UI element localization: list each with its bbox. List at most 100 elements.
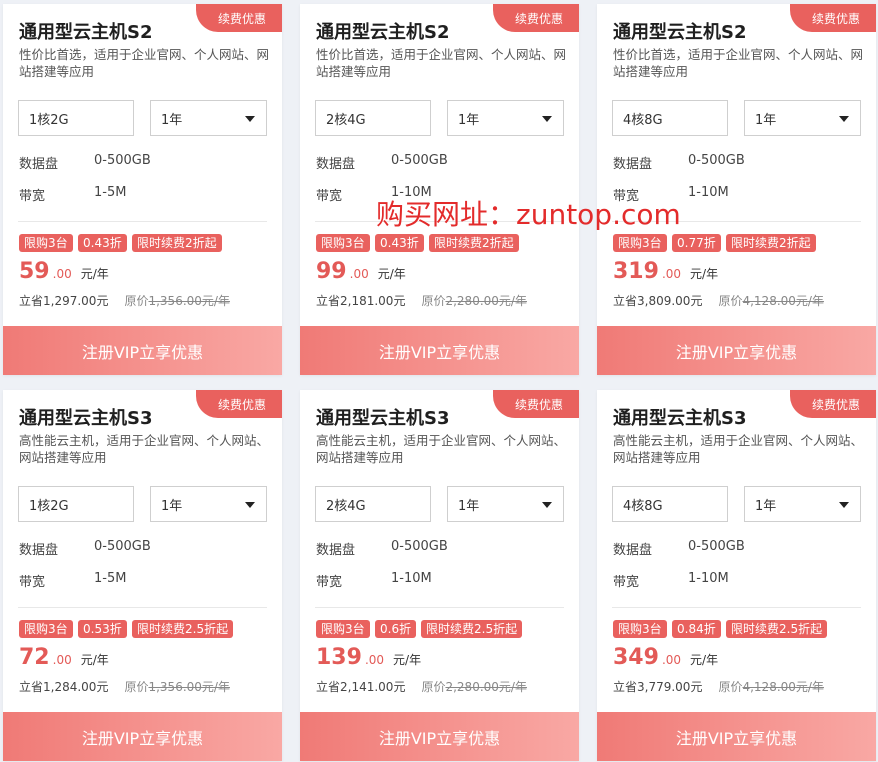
product-description: 高性能云主机，适用于企业官网、个人网站、网站搭建等应用 (316, 433, 567, 465)
period-select[interactable]: 1年 (150, 100, 267, 136)
tag-renewal: 限时续费2折起 (726, 234, 816, 252)
period-value: 1年 (161, 498, 183, 514)
bandwidth-value: 1-5M (94, 571, 127, 586)
disk-value: 0-500GB (391, 539, 448, 554)
config-field[interactable]: 1核2G (18, 100, 134, 136)
original-price-value: 2,280.00元/年 (445, 680, 527, 694)
disk-value: 0-500GB (391, 153, 448, 168)
period-value: 1年 (458, 112, 480, 128)
product-title: 通用型云主机S3 (19, 408, 153, 429)
disk-label: 数据盘 (613, 543, 653, 558)
disk-label: 数据盘 (19, 157, 59, 172)
product-title: 通用型云主机S3 (613, 408, 747, 429)
price: 349.00 元/年 (613, 645, 718, 677)
price-decimal: .00 (661, 267, 682, 281)
disk-value: 0-500GB (688, 539, 745, 554)
renewal-badge: 续费优惠 (493, 4, 579, 32)
saving-amount: 立省3,809.00元 (613, 294, 703, 308)
renewal-badge: 续费优惠 (493, 390, 579, 418)
saving-amount: 立省1,297.00元 (19, 294, 109, 308)
price-decimal: .00 (52, 267, 72, 281)
original-price: 原价1,356.00元/年 (124, 680, 230, 694)
price: 319.00 元/年 (613, 259, 718, 291)
original-price-label: 原价 (124, 294, 149, 308)
bandwidth-label: 带宽 (316, 189, 343, 204)
config-field[interactable]: 2核4G (315, 486, 431, 522)
divider (612, 607, 861, 608)
period-value: 1年 (458, 498, 480, 514)
register-vip-button[interactable]: 注册VIP立享优惠 (597, 326, 876, 375)
saving-row: 立省3,779.00元 原价4,128.00元/年 (613, 678, 824, 695)
product-title: 通用型云主机S2 (19, 22, 153, 43)
saving-row: 立省1,297.00元 原价1,356.00元/年 (19, 292, 230, 309)
tag-limit: 限购3台 (19, 234, 73, 252)
chevron-down-icon (839, 116, 849, 122)
config-field[interactable]: 4核8G (612, 100, 728, 136)
price-integer: 319 (613, 259, 659, 284)
tag-discount: 0.6折 (375, 620, 417, 638)
product-description: 性价比首选，适用于企业官网、个人网站、网站搭建等应用 (316, 47, 567, 79)
period-select[interactable]: 1年 (447, 486, 564, 522)
saving-amount: 立省1,284.00元 (19, 680, 109, 694)
register-vip-button[interactable]: 注册VIP立享优惠 (3, 326, 282, 375)
bandwidth-label: 带宽 (316, 575, 343, 590)
tag-discount: 0.84折 (672, 620, 721, 638)
price-unit: 元/年 (80, 267, 109, 281)
disk-value: 0-500GB (94, 153, 151, 168)
chevron-down-icon (839, 502, 849, 508)
price: 72.00 元/年 (19, 645, 109, 677)
original-price-value: 4,128.00元/年 (742, 294, 824, 308)
product-card: 续费优惠 通用型云主机S2 性价比首选，适用于企业官网、个人网站、网站搭建等应用 2核… (300, 4, 579, 375)
period-select[interactable]: 1年 (744, 486, 861, 522)
bandwidth-label: 带宽 (19, 575, 46, 590)
chevron-down-icon (542, 502, 552, 508)
period-select[interactable]: 1年 (744, 100, 861, 136)
tag-limit: 限购3台 (613, 234, 667, 252)
disk-label: 数据盘 (19, 543, 59, 558)
period-select[interactable]: 1年 (150, 486, 267, 522)
bandwidth-value: 1-10M (688, 185, 729, 200)
tag-renewal: 限时续费2折起 (429, 234, 519, 252)
disk-label: 数据盘 (316, 157, 356, 172)
chevron-down-icon (245, 502, 255, 508)
price-decimal: .00 (364, 653, 385, 667)
price-integer: 59 (19, 259, 50, 284)
saving-row: 立省2,141.00元 原价2,280.00元/年 (316, 678, 527, 695)
config-field[interactable]: 1核2G (18, 486, 134, 522)
period-select[interactable]: 1年 (447, 100, 564, 136)
bandwidth-label: 带宽 (19, 189, 46, 204)
original-price-value: 2,280.00元/年 (445, 294, 527, 308)
tag-renewal: 限时续费2折起 (132, 234, 222, 252)
register-vip-button[interactable]: 注册VIP立享优惠 (597, 712, 876, 761)
original-price: 原价2,280.00元/年 (421, 680, 527, 694)
price-decimal: .00 (52, 653, 72, 667)
original-price-label: 原价 (718, 680, 743, 694)
price-integer: 139 (316, 645, 362, 670)
tag-discount: 0.43折 (78, 234, 127, 252)
bandwidth-value: 1-10M (391, 185, 432, 200)
product-description: 性价比首选，适用于企业官网、个人网站、网站搭建等应用 (613, 47, 864, 79)
saving-row: 立省3,809.00元 原价4,128.00元/年 (613, 292, 824, 309)
renewal-badge: 续费优惠 (790, 390, 876, 418)
config-field[interactable]: 4核8G (612, 486, 728, 522)
original-price-value: 4,128.00元/年 (742, 680, 824, 694)
price-unit: 元/年 (690, 653, 719, 667)
saving-amount: 立省2,181.00元 (316, 294, 406, 308)
original-price-label: 原价 (421, 294, 446, 308)
product-description: 高性能云主机，适用于企业官网、个人网站、网站搭建等应用 (613, 433, 864, 465)
tag-renewal: 限时续费2.5折起 (132, 620, 234, 638)
tag-limit: 限购3台 (316, 234, 370, 252)
chevron-down-icon (542, 116, 552, 122)
price-decimal: .00 (661, 653, 682, 667)
config-field[interactable]: 2核4G (315, 100, 431, 136)
product-card: 续费优惠通用型云主机S3 高性能云主机，适用于企业官网、个人网站、网站搭建等应用 4… (597, 390, 876, 761)
original-price-label: 原价 (421, 680, 446, 694)
register-vip-button[interactable]: 注册VIP立享优惠 (3, 712, 282, 761)
tag-discount: 0.77折 (672, 234, 721, 252)
divider (315, 607, 564, 608)
register-vip-button[interactable]: 注册VIP立享优惠 (300, 326, 579, 375)
price-integer: 349 (613, 645, 659, 670)
register-vip-button[interactable]: 注册VIP立享优惠 (300, 712, 579, 761)
product-description: 性价比首选，适用于企业官网、个人网站、网站搭建等应用 (19, 47, 270, 79)
bandwidth-label: 带宽 (613, 575, 640, 590)
